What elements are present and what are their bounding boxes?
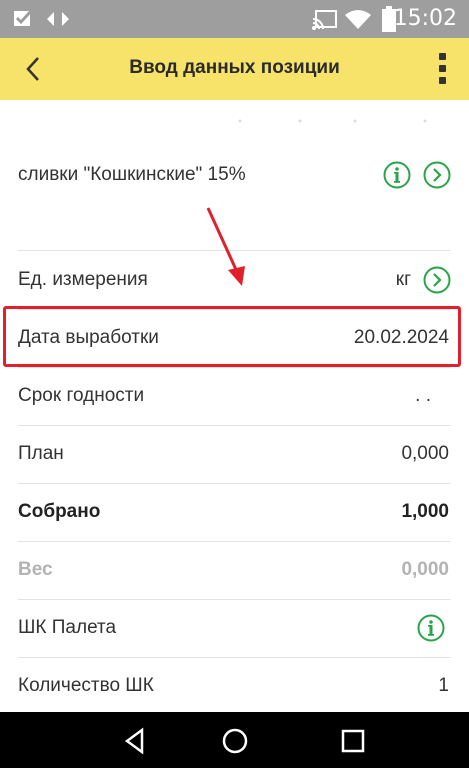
diamond-icon [47,12,69,26]
scroll-indicator [238,119,427,123]
cast-icon [312,10,337,30]
system-nav-bar [0,712,469,768]
field-value: 1 [438,675,449,696]
field-value: 0,000 [401,443,449,464]
field-pallet-barcode[interactable]: ШК Палета [18,599,451,657]
more-vert-icon[interactable] [437,51,447,87]
recents-square-icon[interactable] [338,726,368,756]
page-title: Ввод данных позиции [129,57,340,78]
status-time: 15:02 [393,6,457,31]
home-circle-icon[interactable] [220,726,250,756]
annotation-highlight-box [3,306,461,367]
chevron-right-circle-icon[interactable] [423,161,451,189]
field-value: кг [395,269,411,290]
field-label: Вес [18,559,53,580]
wifi-icon [345,10,371,29]
field-label: Ед. измерения [18,269,148,290]
chevron-right-circle-icon[interactable] [423,266,451,294]
field-shelf-life[interactable]: Срок годности . . [18,367,451,425]
field-label: Собрано [18,501,101,522]
info-icon[interactable] [383,161,411,189]
checkbox-icon [14,9,33,26]
field-plan[interactable]: План 0,000 [18,425,451,483]
field-label: ШК Палета [18,617,117,638]
info-icon[interactable] [417,614,445,642]
field-barcode-count[interactable]: Количество ШК 1 [18,657,451,715]
product-name: сливки "Кошкинские" 15% [18,164,246,185]
field-label: Количество ШК [18,675,154,696]
product-row[interactable]: сливки "Кошкинские" 15% [18,146,451,204]
field-weight: Вес 0,000 [18,541,451,599]
app-bar: Ввод данных позиции [0,38,469,100]
annotation-arrow [206,207,245,286]
field-value: 1,000 [401,501,449,522]
field-label: Срок годности [18,385,145,406]
back-triangle-icon[interactable] [120,726,150,756]
field-value: . . [415,385,431,406]
status-bar: 15:02 [0,0,469,38]
field-value: 0,000 [401,559,449,580]
field-collected[interactable]: Собрано 1,000 [18,483,451,541]
field-label: План [18,443,64,464]
